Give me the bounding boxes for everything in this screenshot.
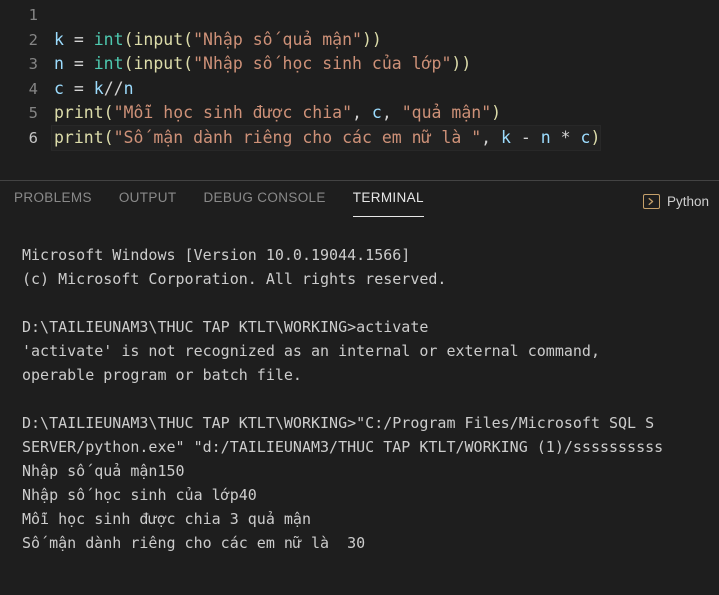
code-token: )) — [451, 54, 471, 73]
code-token: )) — [362, 30, 382, 49]
terminal-line: operable program or batch file. — [22, 363, 719, 387]
code-line-text[interactable]: n = int(input("Nhập số học sinh của lớp"… — [52, 52, 719, 77]
code-token: print — [54, 128, 104, 147]
code-token: c — [372, 103, 382, 122]
tab-debug-console[interactable]: DEBUG CONSOLE — [203, 185, 325, 217]
terminal-line: Số mận dành riêng cho các em nữ là 30 — [22, 531, 719, 555]
code-token: c — [54, 79, 64, 98]
code-line[interactable]: 1 — [0, 3, 719, 28]
code-token: "Số mận dành riêng cho các em nữ là " — [114, 128, 482, 147]
code-token: , — [382, 103, 402, 122]
terminal-line — [22, 291, 719, 315]
line-number: 6 — [0, 126, 52, 151]
code-token: - — [511, 128, 541, 147]
code-token: = — [64, 30, 94, 49]
chevron-right-box-icon — [643, 194, 660, 209]
code-tokens — [54, 5, 64, 24]
line-number: 3 — [0, 52, 52, 77]
code-token: , — [481, 128, 501, 147]
code-token: k — [94, 79, 104, 98]
terminal-line: Nhập số học sinh của lớp40 — [22, 483, 719, 507]
code-token: n — [54, 54, 64, 73]
code-token: ( — [124, 30, 134, 49]
code-token: input — [134, 30, 184, 49]
terminal-line: Mỗi học sinh được chia 3 quả mận — [22, 507, 719, 531]
terminal-type-label: Python — [667, 194, 709, 209]
terminal-line: Microsoft Windows [Version 10.0.19044.15… — [22, 243, 719, 267]
terminal-line: (c) Microsoft Corporation. All rights re… — [22, 267, 719, 291]
code-line[interactable]: 4c = k//n — [0, 77, 719, 102]
terminal-line: Nhập số quả mận150 — [22, 459, 719, 483]
terminal-line: SERVER/python.exe" "d:/TAILIEUNAM3/THUC … — [22, 435, 719, 459]
panel-tab-bar: PROBLEMS OUTPUT DEBUG CONSOLE TERMINAL Pytho… — [0, 181, 719, 221]
line-number: 5 — [0, 101, 52, 126]
line-number: 1 — [0, 3, 52, 28]
code-tokens: print("Số mận dành riêng cho các em nữ l… — [52, 126, 600, 151]
code-token: "Mỗi học sinh được chia" — [114, 103, 352, 122]
code-token: n — [541, 128, 551, 147]
code-line-text[interactable] — [52, 3, 719, 28]
code-line-text[interactable]: k = int(input("Nhập số quả mận")) — [52, 28, 719, 53]
code-line[interactable]: 2k = int(input("Nhập số quả mận")) — [0, 28, 719, 53]
code-token: "Nhập số quả mận" — [193, 30, 362, 49]
code-line[interactable]: 3n = int(input("Nhập số học sinh của lớp… — [0, 52, 719, 77]
code-token: k — [54, 30, 64, 49]
code-tokens: n = int(input("Nhập số học sinh của lớp"… — [54, 54, 471, 73]
line-number: 2 — [0, 28, 52, 53]
terminal-line: D:\TAILIEUNAM3\THUC TAP KTLT\WORKING>"C:… — [22, 411, 719, 435]
code-tokens: print("Mỗi học sinh được chia", c, "quả … — [54, 103, 501, 122]
code-editor[interactable]: 1 2k = int(input("Nhập số quả mận"))3n =… — [0, 0, 719, 180]
terminal-line: D:\TAILIEUNAM3\THUC TAP KTLT\WORKING>act… — [22, 315, 719, 339]
code-line-text[interactable]: print("Mỗi học sinh được chia", c, "quả … — [52, 101, 719, 126]
code-lines-container[interactable]: 1 2k = int(input("Nhập số quả mận"))3n =… — [0, 0, 719, 150]
code-token: = — [64, 79, 94, 98]
code-token: ) — [590, 128, 600, 147]
code-token: ) — [491, 103, 501, 122]
code-line[interactable]: 6print("Số mận dành riêng cho các em nữ … — [0, 126, 719, 151]
code-line[interactable]: 5print("Mỗi học sinh được chia", c, "quả… — [0, 101, 719, 126]
vscode-window: 1 2k = int(input("Nhập số quả mận"))3n =… — [0, 0, 719, 595]
terminal-output[interactable]: Microsoft Windows [Version 10.0.19044.15… — [0, 221, 719, 595]
code-token: , — [352, 103, 372, 122]
tab-output[interactable]: OUTPUT — [119, 185, 177, 217]
code-token: print — [54, 103, 104, 122]
code-token: // — [104, 79, 124, 98]
terminal-type-selector[interactable]: Python — [643, 194, 711, 209]
code-token: int — [94, 30, 124, 49]
code-token: "quả mận" — [402, 103, 491, 122]
code-token: c — [581, 128, 591, 147]
code-line-text[interactable]: c = k//n — [52, 77, 719, 102]
code-tokens: k = int(input("Nhập số quả mận")) — [54, 30, 382, 49]
code-line-text[interactable]: print("Số mận dành riêng cho các em nữ l… — [52, 126, 719, 151]
line-number: 4 — [0, 77, 52, 102]
bottom-panel: PROBLEMS OUTPUT DEBUG CONSOLE TERMINAL Pytho… — [0, 181, 719, 595]
code-token: "Nhập số học sinh của lớp" — [193, 54, 451, 73]
code-token: * — [551, 128, 581, 147]
code-token: ( — [104, 103, 114, 122]
tab-problems[interactable]: PROBLEMS — [14, 185, 92, 217]
terminal-line — [22, 387, 719, 411]
tab-terminal[interactable]: TERMINAL — [353, 185, 424, 217]
code-token: k — [501, 128, 511, 147]
code-token: = — [64, 54, 94, 73]
terminal-line: 'activate' is not recognized as an inter… — [22, 339, 719, 363]
code-token: ( — [183, 54, 193, 73]
code-tokens: c = k//n — [54, 79, 134, 98]
code-token: n — [124, 79, 134, 98]
code-token: input — [134, 54, 184, 73]
code-token: int — [94, 54, 124, 73]
code-token: ( — [183, 30, 193, 49]
code-token: ( — [104, 128, 114, 147]
code-token: ( — [124, 54, 134, 73]
